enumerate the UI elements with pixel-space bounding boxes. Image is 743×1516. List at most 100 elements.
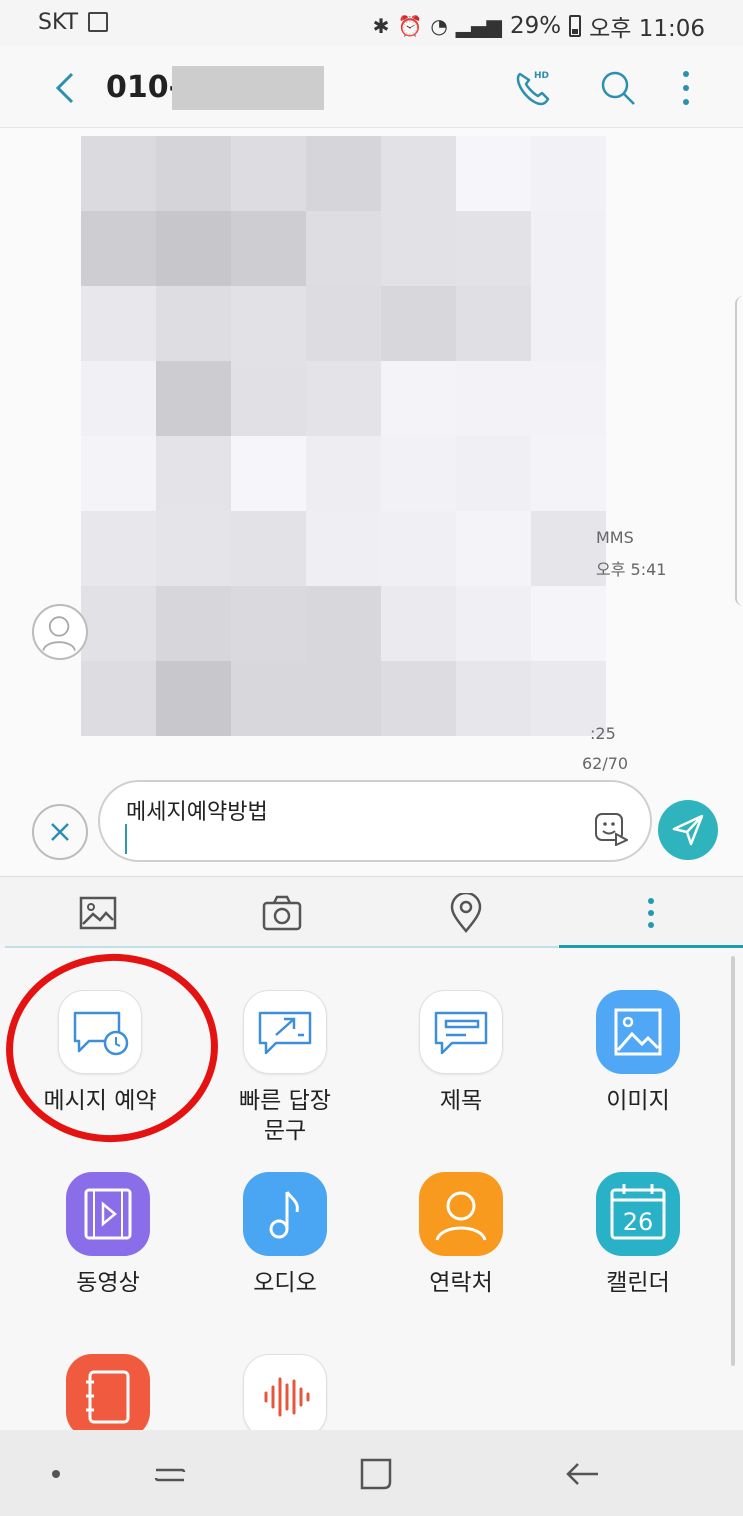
option-label: 제목 bbox=[439, 1088, 483, 1114]
option-voice-recording[interactable] bbox=[197, 1354, 373, 1430]
overflow-menu-icon[interactable] bbox=[676, 68, 696, 108]
option-subject[interactable]: 제목 bbox=[373, 990, 549, 1116]
pixelated-image-attachment[interactable] bbox=[81, 136, 606, 741]
mosaic-cell bbox=[231, 361, 306, 436]
mosaic-cell bbox=[381, 136, 456, 211]
panel-scrollbar[interactable] bbox=[731, 956, 735, 1366]
message-time: 오후 5:41 bbox=[596, 560, 667, 579]
mosaic-cell bbox=[306, 586, 381, 661]
bluetooth-icon: ✱ bbox=[372, 14, 390, 38]
mosaic-cell bbox=[531, 211, 606, 286]
search-icon[interactable] bbox=[598, 68, 638, 108]
mosaic-cell bbox=[81, 661, 156, 736]
mosaic-cell bbox=[231, 586, 306, 661]
option-label: 이미지 bbox=[606, 1088, 670, 1114]
mosaic-cell bbox=[156, 361, 231, 436]
status-bar: SKT ✱ ⏰ ◔ ▂▄▆ 29% 오후 11:06 bbox=[0, 0, 743, 46]
option-calendar[interactable]: 26 캘린더 bbox=[550, 1172, 726, 1298]
mosaic-cell bbox=[81, 286, 156, 361]
back-icon[interactable] bbox=[50, 70, 80, 106]
mosaic-cell bbox=[156, 586, 231, 661]
calendar-date-badge: 26 bbox=[623, 1208, 654, 1236]
mosaic-cell bbox=[81, 436, 156, 511]
option-image[interactable]: 이미지 bbox=[550, 990, 726, 1116]
mosaic-cell bbox=[381, 211, 456, 286]
send-icon bbox=[672, 814, 704, 846]
option-label: 캘린더 bbox=[606, 1270, 670, 1296]
mosaic-cell bbox=[456, 136, 531, 211]
calendar-icon: 26 bbox=[596, 1172, 680, 1256]
scroll-indicator bbox=[735, 296, 743, 606]
signal-icon: ▂▄▆ bbox=[455, 14, 502, 38]
option-audio[interactable]: 오디오 bbox=[197, 1172, 373, 1298]
mosaic-cell bbox=[81, 361, 156, 436]
mosaic-cell bbox=[306, 661, 381, 736]
mosaic-cell bbox=[156, 286, 231, 361]
image-icon[interactable] bbox=[78, 893, 118, 933]
mosaic-cell bbox=[306, 136, 381, 211]
mosaic-cell bbox=[231, 661, 306, 736]
back-nav-icon[interactable] bbox=[562, 1454, 602, 1494]
mosaic-cell bbox=[381, 361, 456, 436]
clock: 오후 11:06 bbox=[589, 16, 705, 42]
screenshot-status-icon bbox=[88, 12, 108, 32]
mosaic-cell bbox=[156, 511, 231, 586]
conversation-area: MMS 오후 5:41 :25 bbox=[0, 128, 743, 748]
message-time-partial: :25 bbox=[590, 724, 616, 743]
mosaic-cell bbox=[306, 361, 381, 436]
camera-icon[interactable] bbox=[262, 893, 302, 933]
home-icon[interactable] bbox=[356, 1454, 396, 1494]
option-memo[interactable] bbox=[20, 1354, 196, 1430]
mosaic-cell bbox=[231, 211, 306, 286]
send-button[interactable] bbox=[658, 800, 718, 860]
mosaic-cell bbox=[231, 136, 306, 211]
recent-apps-icon[interactable] bbox=[150, 1454, 190, 1494]
mosaic-cell bbox=[156, 436, 231, 511]
compose-bar: 메세지예약방법 bbox=[0, 776, 743, 876]
mosaic-cell bbox=[456, 286, 531, 361]
option-label: 오디오 bbox=[253, 1270, 317, 1296]
mosaic-cell bbox=[81, 586, 156, 661]
mosaic-cell bbox=[381, 286, 456, 361]
option-label: 동영상 bbox=[76, 1270, 140, 1296]
video-icon bbox=[66, 1172, 150, 1256]
battery-icon bbox=[569, 15, 582, 37]
mosaic-cell bbox=[456, 436, 531, 511]
mosaic-cell bbox=[531, 286, 606, 361]
mosaic-cell bbox=[81, 136, 156, 211]
mosaic-cell bbox=[156, 136, 231, 211]
mosaic-cell bbox=[306, 511, 381, 586]
hd-call-icon[interactable]: HD bbox=[512, 66, 556, 110]
mosaic-cell bbox=[156, 211, 231, 286]
mosaic-cell bbox=[231, 436, 306, 511]
option-contact[interactable]: 연락처 bbox=[373, 1172, 549, 1298]
location-icon[interactable] bbox=[446, 893, 486, 933]
redacted-number bbox=[172, 66, 324, 110]
contact-avatar[interactable] bbox=[32, 604, 88, 660]
mosaic-cell bbox=[456, 586, 531, 661]
message-input-text: 메세지예약방법 bbox=[126, 800, 268, 825]
mosaic-cell bbox=[306, 436, 381, 511]
mosaic-cell bbox=[306, 286, 381, 361]
character-counter: 62/70 bbox=[582, 754, 629, 773]
alarm-icon: ⏰ bbox=[397, 14, 423, 38]
more-options-icon[interactable] bbox=[631, 893, 671, 933]
sticker-icon[interactable] bbox=[594, 812, 628, 846]
mosaic-cell bbox=[531, 436, 606, 511]
option-quick-reply[interactable]: 빠른 답장 문구 bbox=[197, 990, 373, 1146]
mosaic-cell bbox=[381, 511, 456, 586]
conversation-title: 010- bbox=[106, 70, 182, 105]
battery-percent: 29% bbox=[509, 13, 562, 39]
svg-text:HD: HD bbox=[534, 71, 549, 81]
mosaic-cell bbox=[456, 211, 531, 286]
nav-dot-icon[interactable] bbox=[36, 1454, 76, 1494]
memo-icon bbox=[66, 1354, 150, 1430]
mosaic-cell bbox=[81, 511, 156, 586]
mosaic-cell bbox=[456, 661, 531, 736]
subject-icon bbox=[419, 990, 503, 1074]
message-input[interactable]: 메세지예약방법 bbox=[98, 780, 652, 862]
close-attachments-button[interactable] bbox=[32, 804, 88, 860]
option-video[interactable]: 동영상 bbox=[20, 1172, 196, 1298]
mosaic-cell bbox=[231, 286, 306, 361]
option-label: 빠른 답장 문구 bbox=[239, 1088, 331, 1144]
